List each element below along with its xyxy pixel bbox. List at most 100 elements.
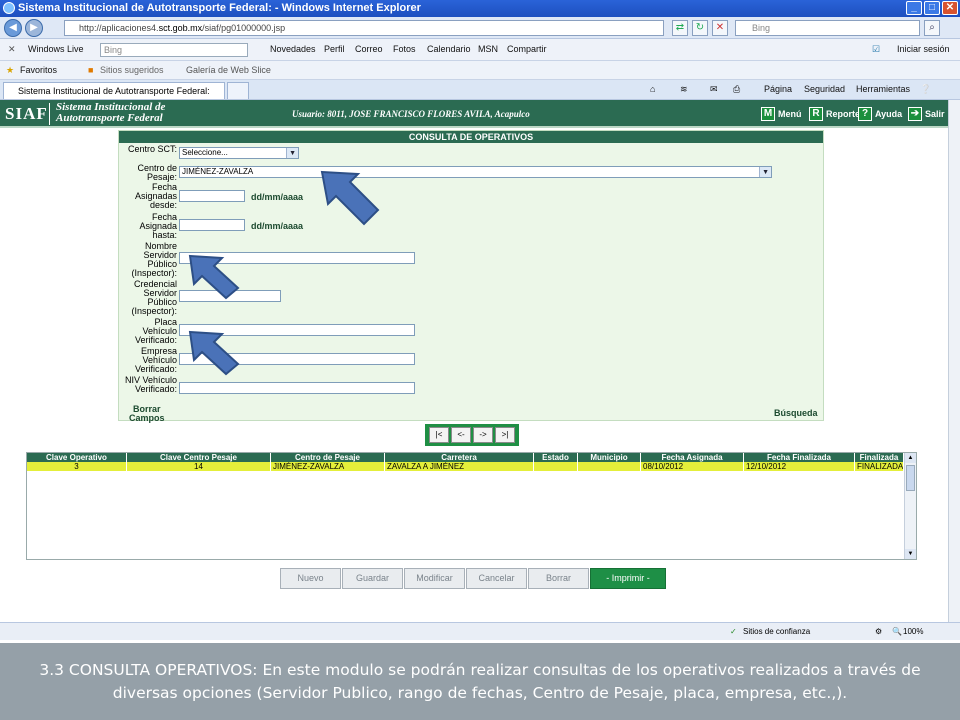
print-icon[interactable]: ⎙ xyxy=(733,84,740,95)
new-button[interactable]: Nuevo xyxy=(280,568,341,589)
app-name: Sistema Institucional de Autotransporte … xyxy=(56,101,166,124)
menu-seguridad[interactable]: Seguridad xyxy=(804,84,845,94)
column-header[interactable]: Finalizada xyxy=(855,453,904,462)
fecha-desde-label: Fecha Asignadas desde: xyxy=(134,182,177,210)
table-row[interactable]: 3 14 JIMÉNEZ-ZAVALZA ZAVALZA A JIMÉNEZ 0… xyxy=(27,462,904,471)
centro-sct-select[interactable]: Seleccione... ▼ xyxy=(179,147,299,159)
mail-icon[interactable]: ✉ xyxy=(710,84,718,95)
date-format-hint: dd/mm/aaaa xyxy=(251,221,304,231)
cell-clave-centro: 14 xyxy=(127,462,271,471)
live-menu-compartir[interactable]: Compartir xyxy=(507,44,547,54)
next-page-button[interactable]: -> xyxy=(473,427,493,443)
favorites-button[interactable]: Favoritos xyxy=(20,65,57,75)
callout-arrow-icon xyxy=(320,170,380,226)
chevron-down-icon: ▼ xyxy=(762,169,769,176)
first-page-button[interactable]: |< xyxy=(429,427,449,443)
column-header[interactable]: Municipio xyxy=(578,453,641,462)
exit-button[interactable]: ➔ Salir xyxy=(908,107,945,121)
placa-label: Placa Vehículo Verificado: xyxy=(134,317,177,345)
centro-pesaje-label: Centro de Pesaje: xyxy=(137,163,177,182)
close-toolbar-icon[interactable]: ✕ xyxy=(8,44,16,55)
favorites-star-icon: ★ xyxy=(6,65,15,75)
main-content: CONSULTA DE OPERATIVOS Centro SCT: Selec… xyxy=(0,130,948,622)
column-header[interactable]: Clave Operativo xyxy=(27,453,127,462)
new-tab-button[interactable] xyxy=(227,82,249,99)
checkbox-icon[interactable]: ☑ xyxy=(872,44,880,55)
table-scrollbar[interactable]: ▲ ▼ xyxy=(904,453,916,559)
help-icon[interactable]: ❔ xyxy=(920,84,931,95)
maximize-icon[interactable]: □ xyxy=(924,1,940,15)
ie-icon xyxy=(3,2,15,14)
zoom-icon: 🔍 xyxy=(892,627,902,636)
live-menu-perfil[interactable]: Perfil xyxy=(324,44,345,54)
forward-icon[interactable]: ▶ xyxy=(25,19,43,37)
browser-tab[interactable]: Sistema Institucional de Autotransporte … xyxy=(3,82,225,99)
delete-button[interactable]: Borrar xyxy=(528,568,589,589)
nombre-servidor-label: Nombre Servidor Público (Inspector): xyxy=(131,241,177,278)
favorites-bar: ★ Favoritos ■ Sitios sugeridos Galería d… xyxy=(0,61,960,80)
report-button[interactable]: R Reporte xyxy=(809,107,860,121)
scroll-up-icon: ▲ xyxy=(905,453,916,463)
modify-button[interactable]: Modificar xyxy=(404,568,465,589)
column-header[interactable]: Estado xyxy=(534,453,578,462)
live-menu-fotos[interactable]: Fotos xyxy=(393,44,416,54)
page-scrollbar[interactable] xyxy=(948,100,960,622)
search-input[interactable]: Bing xyxy=(735,20,920,36)
exit-arrow-icon: ➔ xyxy=(908,107,922,121)
protected-mode-icon[interactable]: ⚙ xyxy=(875,627,882,636)
column-header[interactable]: Carretera xyxy=(385,453,534,462)
empresa-label: Empresa Vehículo Verificado: xyxy=(134,346,177,374)
windows-live-toolbar: ✕ Windows Live Bing Novedades Perfil Cor… xyxy=(0,39,960,61)
url-field[interactable]: http://aplicaciones4.sct.gob.mx/siaf/pg0… xyxy=(64,20,664,36)
help-button[interactable]: ? Ayuda xyxy=(858,107,902,121)
column-header[interactable]: Clave Centro Pesaje xyxy=(127,453,271,462)
column-header[interactable]: Fecha Asignada xyxy=(641,453,744,462)
results-table: Clave Operativo Clave Centro Pesaje Cent… xyxy=(26,452,917,560)
web-slice-link[interactable]: Galería de Web Slice xyxy=(186,65,271,75)
live-menu-calendario[interactable]: Calendario xyxy=(427,44,471,54)
menu-herramientas[interactable]: Herramientas xyxy=(856,84,910,94)
fecha-desde-input[interactable] xyxy=(179,190,245,202)
niv-input[interactable] xyxy=(179,382,415,394)
suggested-sites-link[interactable]: Sitios sugeridos xyxy=(100,65,164,75)
live-search-input[interactable]: Bing xyxy=(100,43,248,57)
fecha-hasta-input[interactable] xyxy=(179,219,245,231)
feeds-icon[interactable]: ≋ xyxy=(680,84,688,95)
table-header: Clave Operativo Clave Centro Pesaje Cent… xyxy=(27,453,904,462)
search-link[interactable]: Búsqueda xyxy=(774,409,818,418)
suggested-sites-icon: ■ xyxy=(88,65,94,75)
stop-icon[interactable]: ✕ xyxy=(712,20,728,36)
column-header[interactable]: Fecha Finalizada xyxy=(744,453,855,462)
column-header[interactable]: Centro de Pesaje xyxy=(271,453,385,462)
back-icon[interactable]: ◀ xyxy=(4,19,22,37)
live-menu-correo[interactable]: Correo xyxy=(355,44,383,54)
prev-page-button[interactable]: <- xyxy=(451,427,471,443)
menu-button[interactable]: M Menú xyxy=(761,107,802,121)
last-page-button[interactable]: >| xyxy=(495,427,515,443)
windows-live-button[interactable]: Windows Live xyxy=(28,44,84,54)
clear-fields-link[interactable]: Borrar Campos xyxy=(129,405,165,423)
security-zone: Sitios de confianza xyxy=(743,627,811,636)
cell-clave-operativo: 3 xyxy=(27,462,127,471)
close-icon[interactable]: ✕ xyxy=(942,1,958,15)
address-bar: ◀ ▶ http://aplicaciones4.sct.gob.mx/siaf… xyxy=(0,17,960,39)
live-menu-msn[interactable]: MSN xyxy=(478,44,498,54)
help-icon: ? xyxy=(858,107,872,121)
search-icon[interactable]: ⌕ xyxy=(924,20,940,36)
print-button[interactable]: - Imprimir - xyxy=(590,568,666,589)
sign-in-link[interactable]: Iniciar sesión xyxy=(897,44,950,54)
cancel-button[interactable]: Cancelar xyxy=(466,568,527,589)
cell-fecha-asignada: 08/10/2012 xyxy=(641,462,744,471)
menu-pagina[interactable]: Página xyxy=(764,84,792,94)
cell-centro-pesaje: JIMÉNEZ-ZAVALZA xyxy=(271,462,385,471)
centro-pesaje-select[interactable]: JIMÉNEZ-ZAVALZA ▼ xyxy=(179,166,772,178)
fecha-hasta-label: Fecha Asignada hasta: xyxy=(139,212,177,240)
live-menu-novedades[interactable]: Novedades xyxy=(270,44,316,54)
zoom-level[interactable]: 100% xyxy=(903,627,923,636)
refresh-icon[interactable]: ↻ xyxy=(692,20,708,36)
home-icon[interactable]: ⌂ xyxy=(650,84,655,94)
niv-label: NIV Vehículo Verificado: xyxy=(124,375,177,394)
compatibility-icon[interactable]: ⇄ xyxy=(672,20,688,36)
minimize-icon[interactable]: _ xyxy=(906,1,922,15)
save-button[interactable]: Guardar xyxy=(342,568,403,589)
